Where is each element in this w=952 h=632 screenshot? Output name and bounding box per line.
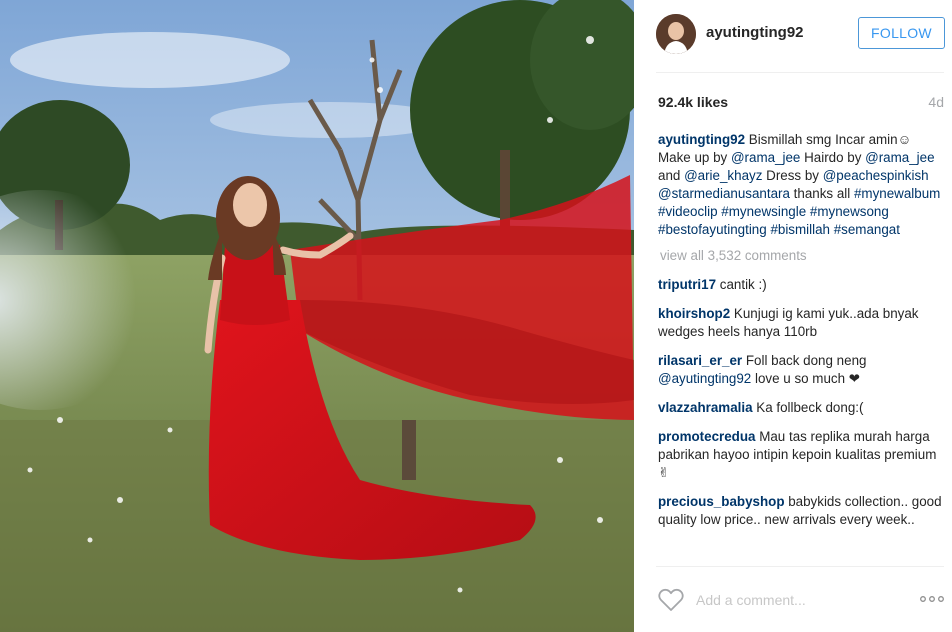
comment-item: precious_babyshop babykids collection.. …: [658, 493, 946, 529]
hashtag-link[interactable]: #semangat: [834, 222, 900, 237]
comment-text: love u so much ❤: [751, 371, 860, 386]
post-author-username[interactable]: ayutingting92: [706, 24, 804, 41]
avatar[interactable]: [656, 14, 696, 54]
post-photo-image: [0, 0, 634, 632]
post-detail-panel: ayutingting92 FOLLOW 92.4k likes 4d ayut…: [634, 0, 952, 632]
comment-item: triputri17 cantik :): [658, 276, 946, 294]
comment-item: khoirshop2 Kunjugi ig kami yuk..ada bnya…: [658, 305, 946, 341]
hashtag-link[interactable]: #bismillah: [770, 222, 830, 237]
comments-divider: [656, 566, 944, 567]
caption-text: and: [658, 168, 685, 183]
comment-author[interactable]: triputri17: [658, 277, 716, 292]
caption: ayutingting92 Bismillah smg Incar amin☺ …: [658, 131, 946, 239]
likes-count[interactable]: 92.4k likes: [658, 94, 728, 110]
caption-text: Dress by: [762, 168, 823, 183]
mention-link[interactable]: @rama_jee: [731, 150, 800, 165]
mention-link[interactable]: @rama_jee: [865, 150, 934, 165]
mention-link[interactable]: @arie_khayz: [684, 168, 762, 183]
add-comment-row: [634, 580, 952, 620]
comment-text: Foll back dong neng: [742, 353, 867, 368]
more-options-icon[interactable]: [920, 592, 944, 606]
header-divider: [656, 72, 944, 73]
comment-item: vlazzahramalia Ka follbeck dong:(: [658, 399, 946, 417]
heart-outline-icon[interactable]: [658, 588, 684, 612]
hashtag-link[interactable]: #bestofayutingting: [658, 222, 767, 237]
comments-list: ayutingting92 Bismillah smg Incar amin☺ …: [658, 131, 946, 540]
caption-text: thanks all: [789, 186, 854, 201]
mention-link[interactable]: @ayutingting92: [658, 371, 751, 386]
comment-item: promotecredua Mau tas replika murah harg…: [658, 428, 946, 482]
comment-author[interactable]: vlazzahramalia: [658, 400, 753, 415]
hashtag-link[interactable]: #mynewsong: [810, 204, 889, 219]
comment-text: Ka follbeck dong:(: [752, 400, 864, 415]
post-photo[interactable]: [0, 0, 634, 632]
avatar-image: [656, 14, 696, 54]
post-time-ago[interactable]: 4d: [928, 94, 944, 110]
comment-author[interactable]: precious_babyshop: [658, 494, 785, 509]
comment-item: rilasari_er_er Foll back dong neng @ayut…: [658, 352, 946, 388]
caption-author[interactable]: ayutingting92: [658, 132, 745, 147]
add-comment-input[interactable]: [696, 590, 896, 610]
follow-button[interactable]: FOLLOW: [858, 17, 945, 49]
comment-author[interactable]: khoirshop2: [658, 306, 730, 321]
hashtag-link[interactable]: #mynewsingle: [721, 204, 806, 219]
post-header: ayutingting92 FOLLOW: [634, 0, 952, 72]
comment-author[interactable]: promotecredua: [658, 429, 755, 444]
mention-link[interactable]: @peachespinkish: [823, 168, 929, 183]
hashtag-link[interactable]: #videoclip: [658, 204, 718, 219]
hashtag-link[interactable]: #mynewalbum: [854, 186, 940, 201]
view-all-comments-link[interactable]: view all 3,532 comments: [660, 247, 946, 265]
mention-link[interactable]: @starmedianusantara: [658, 186, 790, 201]
comment-author[interactable]: rilasari_er_er: [658, 353, 742, 368]
comment-text: cantik :): [716, 277, 767, 292]
caption-text: Hairdo by: [800, 150, 866, 165]
